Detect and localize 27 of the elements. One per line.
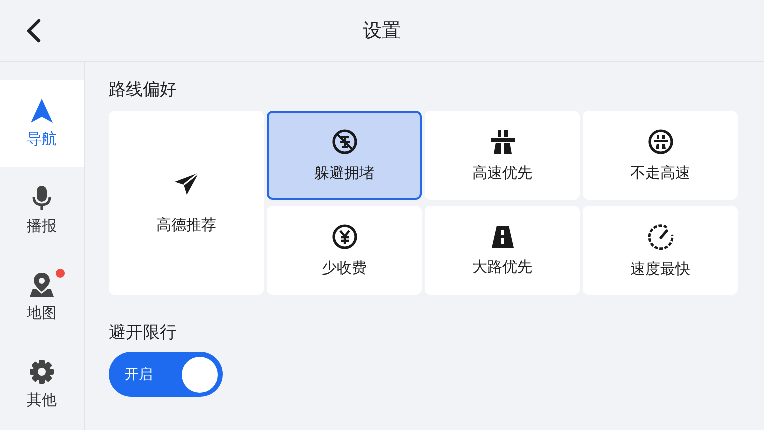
no-highway-icon [648,128,674,154]
route-option[interactable]: 不走高速 [583,111,738,200]
route-option[interactable]: 高速优先 [425,111,580,200]
page-title: 设置 [363,18,401,44]
route-option[interactable]: 速度最快 [583,206,738,295]
route-option[interactable]: 大路优先 [425,206,580,295]
section-title: 路线偏好 [109,79,177,101]
microphone-icon [32,185,52,211]
arrow-icon [30,98,54,124]
route-option[interactable]: 少收费 [267,206,422,295]
highway-icon [490,128,516,154]
route-option[interactable]: 躲避拥堵 [267,111,422,200]
section-title: 避开限行 [109,322,177,344]
sidebar-item[interactable]: 其他 [0,341,84,428]
road-icon [490,224,514,248]
yen-coin-icon [332,224,358,250]
route-option[interactable]: 高德推荐 [109,111,264,295]
speedometer-icon [646,222,674,250]
sidebar-item[interactable]: 播报 [0,167,84,254]
map-pin-icon [29,272,55,298]
blocked-circle-icon [332,128,358,154]
paper-plane-icon [174,172,200,196]
sidebar-item[interactable]: 导航 [0,80,84,167]
toggle-switch[interactable]: 开启 [109,352,223,397]
sidebar-item[interactable]: 地图 [0,254,84,341]
back-icon [26,19,42,43]
back-button[interactable] [26,19,42,43]
